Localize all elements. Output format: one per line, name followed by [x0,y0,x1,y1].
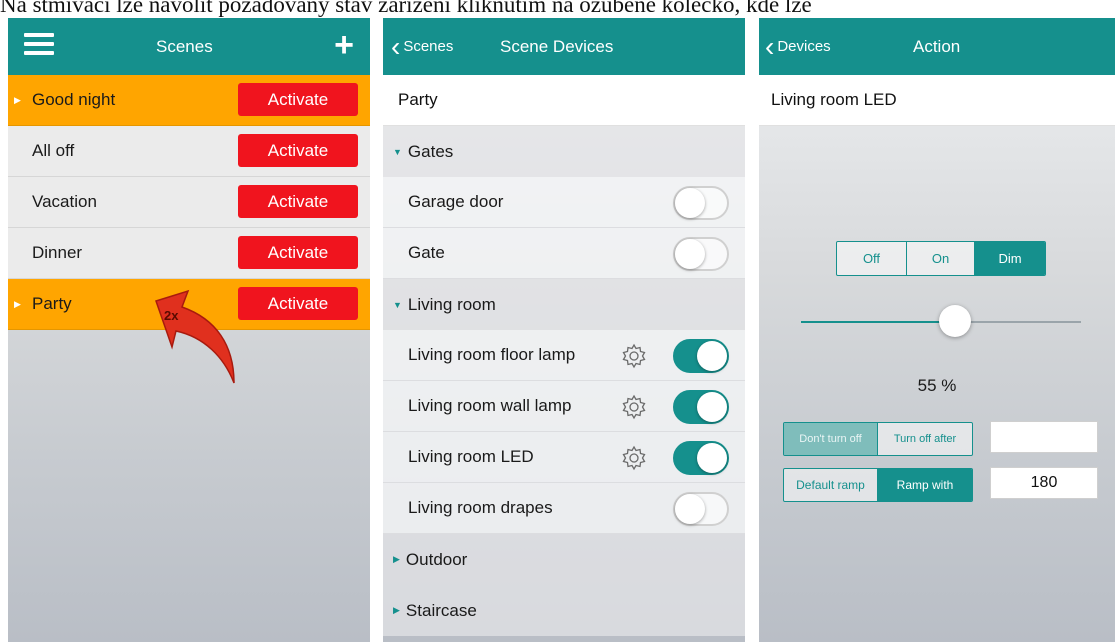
device-row: Gate [383,228,745,279]
action-screen: ‹ Devices Action Living room LED Off On Di… [759,18,1115,642]
toggle-knob [675,188,705,218]
device-row: Living room drapes [383,483,745,534]
triangle-right-icon: ▶ [393,554,400,564]
activate-button[interactable]: Activate [238,83,358,116]
back-to-devices-button[interactable]: ‹ Devices [765,30,831,62]
scenes-top-bar: Scenes + [8,18,370,75]
triangle-down-icon: ▼ [393,299,402,310]
segment-option[interactable]: Default ramp [784,469,878,501]
scene-name: Vacation [32,192,97,211]
scene-devices-title: Scene Devices [500,36,614,56]
device-name: Garage door [408,192,504,211]
scene-name: Party [32,294,72,313]
back-label: Devices [777,38,831,55]
action-top-bar: ‹ Devices Action [759,18,1115,75]
device-group-name: Living room [407,294,496,314]
device-toggle[interactable] [673,339,729,373]
toggle-knob [697,392,727,422]
device-group-header[interactable]: ▼ Gates [383,126,745,177]
scene-row[interactable]: Vacation Activate [8,177,370,228]
device-group-name: Outdoor [405,549,468,569]
add-scene-button[interactable]: + [334,28,354,62]
segment-option[interactable]: Dim [975,242,1045,275]
scene-name: Good night [32,90,116,109]
device-group-header[interactable]: ▶ Outdoor [383,534,745,585]
segment-option[interactable]: Ramp with [878,469,972,501]
device-name: Living room floor lamp [408,345,576,364]
toggle-knob [675,494,705,524]
device-name: Living room drapes [408,498,553,517]
caption-text: Na stmívači lze navolit požadovaný stav … [0,0,812,17]
device-toggle[interactable] [673,186,729,220]
ramp-value-field[interactable]: 180 [990,467,1098,499]
triangle-right-icon: ▶ [393,605,400,615]
device-toggle[interactable] [673,441,729,475]
scene-name: Party [383,75,745,126]
device-name: Gate [408,243,445,262]
device-row: Living room wall lamp [383,381,745,432]
dim-slider[interactable] [801,305,1081,337]
back-to-scenes-button[interactable]: ‹ Scenes [391,30,454,62]
turnoff-time-field[interactable] [990,421,1098,453]
scenes-title: Scenes [156,36,213,56]
scene-name: All off [32,141,75,160]
device-row: Living room LED [383,432,745,483]
gear-icon[interactable] [621,394,647,420]
dim-slider-knob[interactable] [939,305,971,337]
dim-slider-fill [801,321,955,323]
device-row: Garage door [383,177,745,228]
device-group-header[interactable]: ▶ Staircase [383,585,745,636]
activate-button[interactable]: Activate [238,236,358,269]
gear-icon[interactable] [621,343,647,369]
chevron-left-icon: ‹ [391,30,401,62]
scene-devices-screen: ‹ Scenes Scene Devices Party ▼ Gates Garag… [383,18,745,642]
dim-percent: 55 % [917,376,957,395]
device-toggle[interactable] [673,492,729,526]
gear-icon[interactable] [621,445,647,471]
toggle-knob [697,443,727,473]
segment-option[interactable]: Turn off after [878,423,972,455]
scene-row[interactable]: Dinner Activate [8,228,370,279]
segment-option[interactable]: On [907,242,975,275]
scene-name: Dinner [32,243,83,262]
device-row: Living room floor lamp [383,330,745,381]
triangle-right-icon: ▶ [14,94,21,105]
mode-segmented-control: Off On Dim [836,241,1046,276]
menu-icon[interactable] [24,33,54,57]
turnoff-segmented-control: Don't turn off Turn off after [783,422,973,456]
arrow-label: 2x [164,308,179,323]
toggle-knob [697,341,727,371]
activate-button[interactable]: Activate [238,287,358,320]
red-curved-arrow-icon: 2x [155,289,235,384]
triangle-right-icon: ▶ [14,298,21,309]
toggle-knob [675,239,705,269]
triangle-down-icon: ▼ [393,146,402,157]
segment-option[interactable]: Don't turn off [784,423,878,455]
activate-button[interactable]: Activate [238,134,358,167]
scenes-screen: Scenes + ▶ Good night Activate All off Activ… [8,18,370,642]
back-label: Scenes [403,38,454,55]
action-title: Action [913,36,961,56]
scene-row[interactable]: All off Activate [8,126,370,177]
ramp-segmented-control: Default ramp Ramp with [783,468,973,502]
chevron-left-icon: ‹ [765,30,775,62]
device-toggle[interactable] [673,390,729,424]
device-name: Living room LED [759,75,1115,126]
device-group-name: Gates [407,141,454,161]
segment-option[interactable]: Off [837,242,907,275]
device-group-header[interactable]: ▼ Living room [383,279,745,330]
device-list: ▼ Gates Garage door Gate ▼ Living room Living … [383,126,745,636]
device-group-name: Staircase [405,600,477,620]
device-name: Living room wall lamp [408,396,572,415]
scene-devices-top-bar: ‹ Scenes Scene Devices [383,18,745,75]
scene-row[interactable]: ▶ Good night Activate [8,75,370,126]
device-toggle[interactable] [673,237,729,271]
device-name: Living room LED [408,447,534,466]
activate-button[interactable]: Activate [238,185,358,218]
